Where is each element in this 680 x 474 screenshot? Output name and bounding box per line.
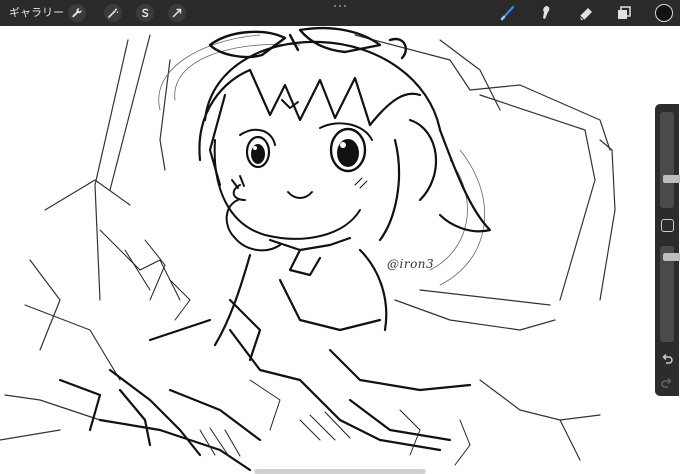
gallery-button[interactable]: ギャラリー xyxy=(9,5,64,21)
drawing-canvas[interactable]: @iron3 xyxy=(0,26,680,474)
brush-size-slider[interactable] xyxy=(660,112,680,208)
brush-icon[interactable] xyxy=(498,3,518,23)
artist-signature: @iron3 xyxy=(387,257,435,271)
layers-icon[interactable] xyxy=(614,3,634,23)
selection-s-icon[interactable] xyxy=(136,4,154,22)
eraser-icon[interactable] xyxy=(576,3,596,23)
color-picker-button[interactable] xyxy=(655,4,673,22)
redo-icon[interactable] xyxy=(660,376,674,390)
home-indicator xyxy=(254,469,426,474)
actions-wrench-icon[interactable] xyxy=(68,4,86,22)
opacity-slider[interactable] xyxy=(660,246,680,342)
adjustments-wand-icon[interactable] xyxy=(104,4,122,22)
opacity-thumb[interactable] xyxy=(663,253,680,261)
brush-size-thumb[interactable] xyxy=(663,175,680,183)
toolbar-grip-handle[interactable] xyxy=(333,4,347,8)
sketch-artwork xyxy=(0,26,616,472)
undo-icon[interactable] xyxy=(660,352,674,366)
smudge-icon[interactable] xyxy=(536,3,556,23)
top-toolbar: ギャラリー xyxy=(0,0,680,26)
brush-sidebar xyxy=(655,104,680,396)
transform-arrow-icon[interactable] xyxy=(168,4,186,22)
modify-button[interactable] xyxy=(661,219,674,232)
